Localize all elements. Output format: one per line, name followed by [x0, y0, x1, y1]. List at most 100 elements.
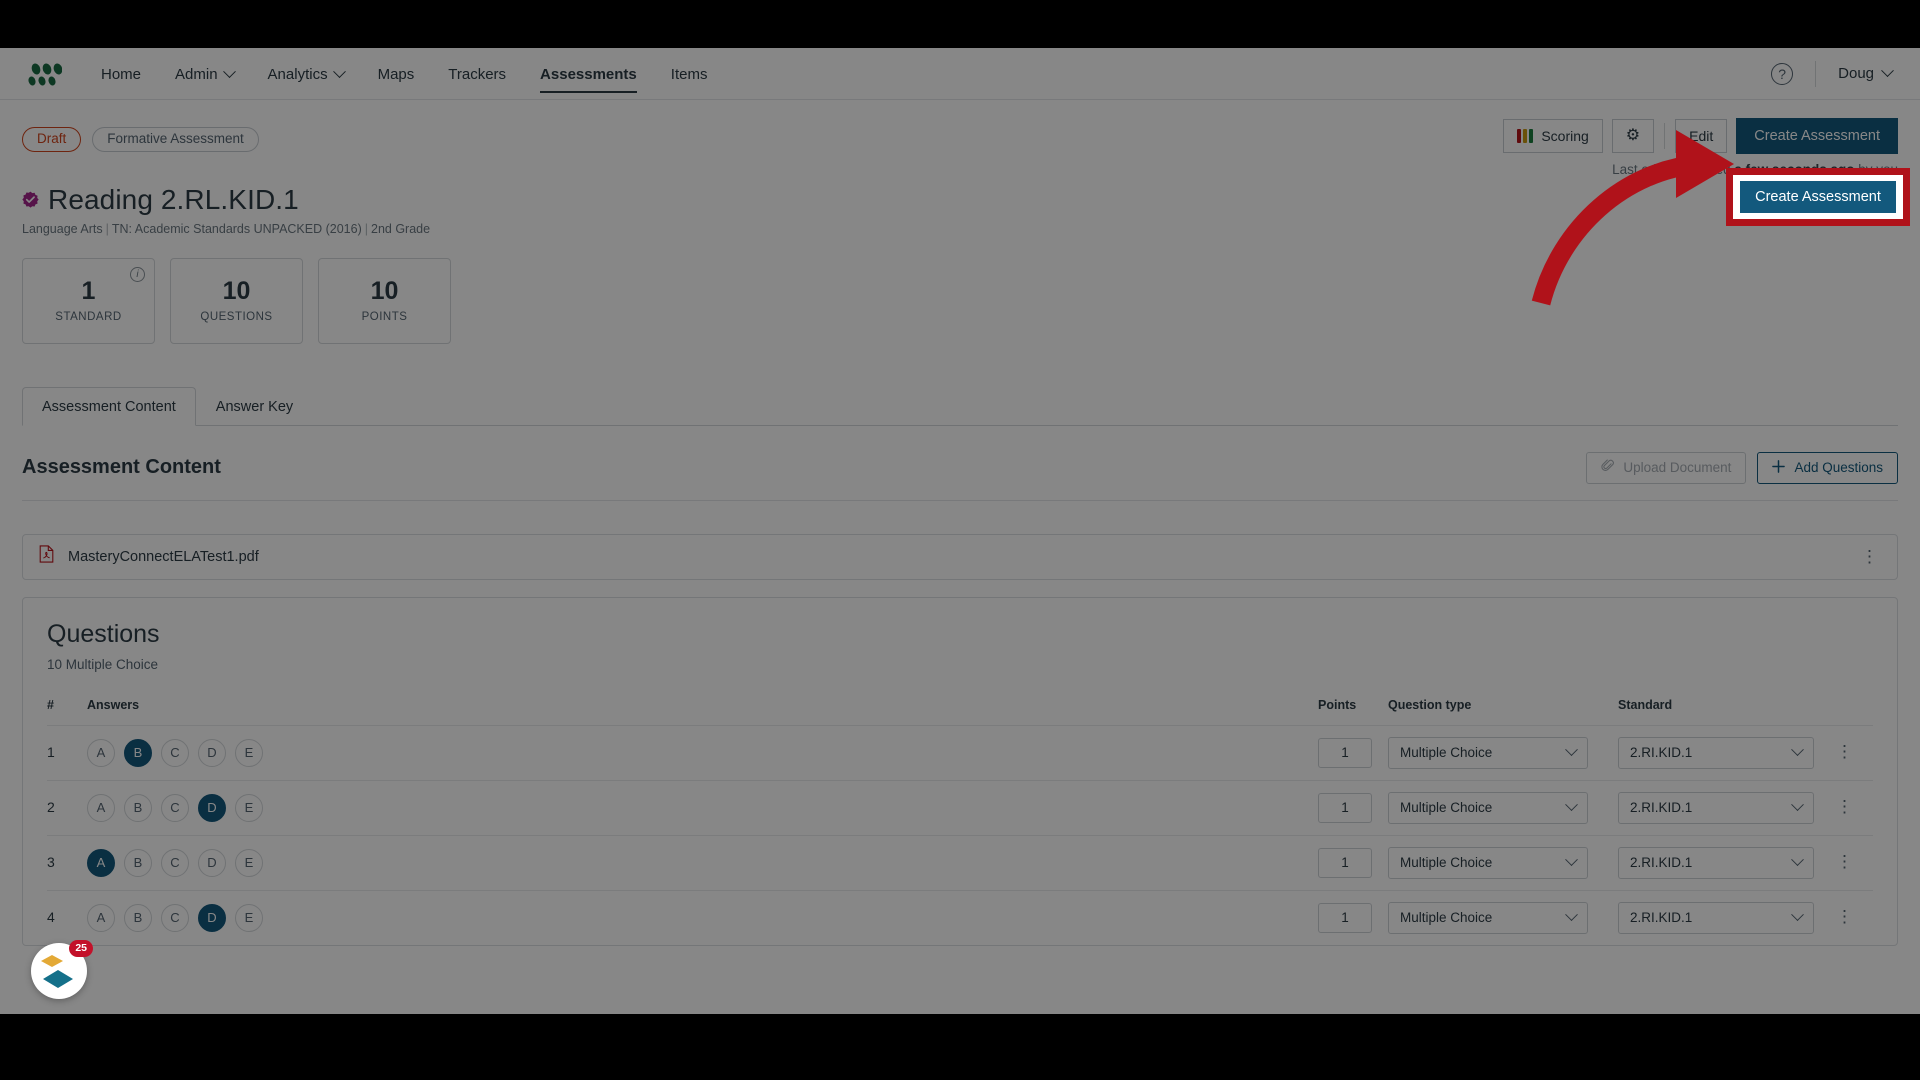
- table-row: 2 A B C D E 1 Multiple Choice 2.RI.KID.1 ⋮: [47, 779, 1873, 835]
- chevron-down-icon: [1565, 743, 1578, 757]
- stat-cards: i 1 STANDARD 10 QUESTIONS 10 POINTS: [22, 257, 1898, 344]
- nav-item-assessments[interactable]: Assessments: [523, 50, 654, 98]
- answer-bubble-a[interactable]: A: [87, 903, 115, 932]
- tab-answer-key[interactable]: Answer Key: [196, 387, 313, 426]
- points-input[interactable]: 1: [1318, 737, 1372, 768]
- nav-item-items[interactable]: Items: [654, 50, 725, 98]
- nav-item-label: Analytics: [267, 65, 328, 83]
- scoring-button[interactable]: Scoring: [1503, 119, 1603, 153]
- plus-icon: [1772, 459, 1786, 476]
- screen: Home Admin Analytics Maps Trackers Asses…: [0, 0, 1920, 1080]
- questions-table: # Answers Points Question type Standard …: [47, 698, 1873, 945]
- column-header-answers: Answers: [87, 697, 140, 712]
- kebab-menu-icon[interactable]: ⋮: [1858, 548, 1881, 565]
- settings-button[interactable]: ⚙: [1611, 119, 1655, 153]
- create-assessment-button-highlighted[interactable]: Create Assessment: [1740, 181, 1896, 213]
- answer-bubble-b[interactable]: B: [124, 738, 152, 767]
- questions-title: Questions: [47, 619, 160, 648]
- nav-item-home[interactable]: Home: [84, 50, 158, 98]
- questions-subtitle: 10 Multiple Choice: [47, 656, 159, 672]
- kebab-menu-icon[interactable]: ⋮: [1833, 907, 1856, 926]
- answer-bubble-e[interactable]: E: [235, 793, 263, 822]
- standard-select[interactable]: 2.RI.KID.1: [1618, 846, 1814, 879]
- question-type-cell: Multiple Choice: [1388, 779, 1618, 835]
- create-assessment-label: Create Assessment: [1754, 128, 1880, 144]
- nav-item-analytics[interactable]: Analytics: [251, 50, 361, 98]
- stat-label: QUESTIONS: [200, 310, 273, 323]
- chevron-down-icon: [1881, 64, 1894, 78]
- row-actions-cell: ⋮: [1833, 779, 1873, 835]
- status-badge-draft[interactable]: Draft: [22, 127, 82, 152]
- nav-links: Home Admin Analytics Maps Trackers Asses…: [84, 50, 724, 98]
- answer-bubble-a[interactable]: A: [87, 848, 115, 877]
- standard-select[interactable]: 2.RI.KID.1: [1618, 791, 1814, 824]
- answer-bubble-e[interactable]: E: [235, 848, 263, 877]
- stat-card-questions: 10 QUESTIONS: [170, 257, 303, 344]
- question-type-select[interactable]: Multiple Choice: [1388, 901, 1588, 934]
- answer-bubble-b[interactable]: B: [124, 903, 152, 932]
- row-number-label: 4: [47, 908, 55, 925]
- standard-select[interactable]: 2.RI.KID.1: [1618, 736, 1814, 769]
- table-header-row: # Answers Points Question type Standard: [47, 698, 1873, 726]
- kebab-menu-icon[interactable]: ⋮: [1833, 797, 1856, 816]
- answer-bubble-a[interactable]: A: [87, 793, 115, 822]
- points-input[interactable]: 1: [1318, 847, 1372, 878]
- chevron-down-icon: [1791, 853, 1804, 867]
- answer-bubble-e[interactable]: E: [235, 738, 263, 767]
- masteryconnect-logo-icon[interactable]: [28, 61, 63, 87]
- edit-button[interactable]: Edit: [1675, 119, 1728, 153]
- nav-item-trackers[interactable]: Trackers: [431, 50, 523, 98]
- nav-item-admin[interactable]: Admin: [158, 50, 251, 98]
- help-icon[interactable]: ?: [1771, 62, 1794, 85]
- stat-label: STANDARD: [55, 310, 122, 323]
- question-type-select[interactable]: Multiple Choice: [1388, 791, 1588, 824]
- section-header: Assessment Content Upload Document Add Q…: [22, 451, 1898, 501]
- nav-item-maps[interactable]: Maps: [361, 50, 432, 98]
- answer-bubble-b[interactable]: B: [124, 848, 152, 877]
- user-menu[interactable]: Doug: [1838, 64, 1894, 82]
- section-actions: Upload Document Add Questions: [1586, 451, 1898, 484]
- kebab-menu-icon[interactable]: ⋮: [1833, 742, 1856, 761]
- answer-bubble-a[interactable]: A: [87, 738, 115, 767]
- standard-cell: 2.RI.KID.1: [1618, 834, 1833, 890]
- chevron-down-icon: [1791, 743, 1804, 757]
- upload-document-button[interactable]: Upload Document: [1586, 451, 1747, 484]
- answer-bubble-c[interactable]: C: [161, 848, 189, 877]
- chevron-down-icon: [1565, 908, 1578, 922]
- tab-assessment-content[interactable]: Assessment Content: [22, 386, 196, 426]
- points-input[interactable]: 1: [1318, 792, 1372, 823]
- user-menu-label: Doug: [1838, 65, 1874, 82]
- answer-bubble-d[interactable]: D: [198, 848, 226, 877]
- page-action-toolbar: Scoring ⚙ Edit Create Assessment: [1503, 118, 1898, 154]
- page-title-block: Reading 2.RL.KID.1 Language Arts | TN: Aca…: [22, 184, 1898, 236]
- answer-bubble-d[interactable]: D: [198, 793, 226, 822]
- status-badge-type[interactable]: Formative Assessment: [92, 127, 259, 152]
- info-icon[interactable]: i: [130, 266, 145, 282]
- answer-bubble-d[interactable]: D: [198, 903, 226, 932]
- notifications-widget[interactable]: 25: [31, 940, 93, 999]
- create-assessment-button[interactable]: Create Assessment: [1736, 118, 1898, 154]
- notification-count-badge: 25: [69, 940, 93, 957]
- answer-bubble-c[interactable]: C: [161, 738, 189, 767]
- row-number: 1: [47, 724, 87, 780]
- add-questions-button[interactable]: Add Questions: [1757, 451, 1898, 484]
- attached-file-row[interactable]: MasteryConnectELATest1.pdf ⋮: [22, 533, 1898, 580]
- subtitle-subject: Language Arts: [22, 221, 103, 236]
- question-type-select[interactable]: Multiple Choice: [1388, 846, 1588, 879]
- browser-viewport: Home Admin Analytics Maps Trackers Asses…: [0, 48, 1920, 1014]
- answer-bubble-c[interactable]: C: [161, 793, 189, 822]
- standard-cell: 2.RI.KID.1: [1618, 724, 1833, 780]
- column-header-qtype: Question type: [1388, 697, 1472, 712]
- column-header-actions: [1833, 698, 1873, 726]
- question-type-select[interactable]: Multiple Choice: [1388, 736, 1588, 769]
- answer-bubble-c[interactable]: C: [161, 903, 189, 932]
- question-type-cell: Multiple Choice: [1388, 834, 1618, 890]
- points-input[interactable]: 1: [1318, 902, 1372, 933]
- kebab-menu-icon[interactable]: ⋮: [1833, 852, 1856, 871]
- standard-select[interactable]: 2.RI.KID.1: [1618, 901, 1814, 934]
- answer-bubble-d[interactable]: D: [198, 738, 226, 767]
- answer-bubbles-cell: ABCDE: [87, 724, 1318, 780]
- answer-bubble-b[interactable]: B: [124, 793, 152, 822]
- chevron-down-icon: [1791, 798, 1804, 812]
- answer-bubble-e[interactable]: E: [235, 903, 263, 932]
